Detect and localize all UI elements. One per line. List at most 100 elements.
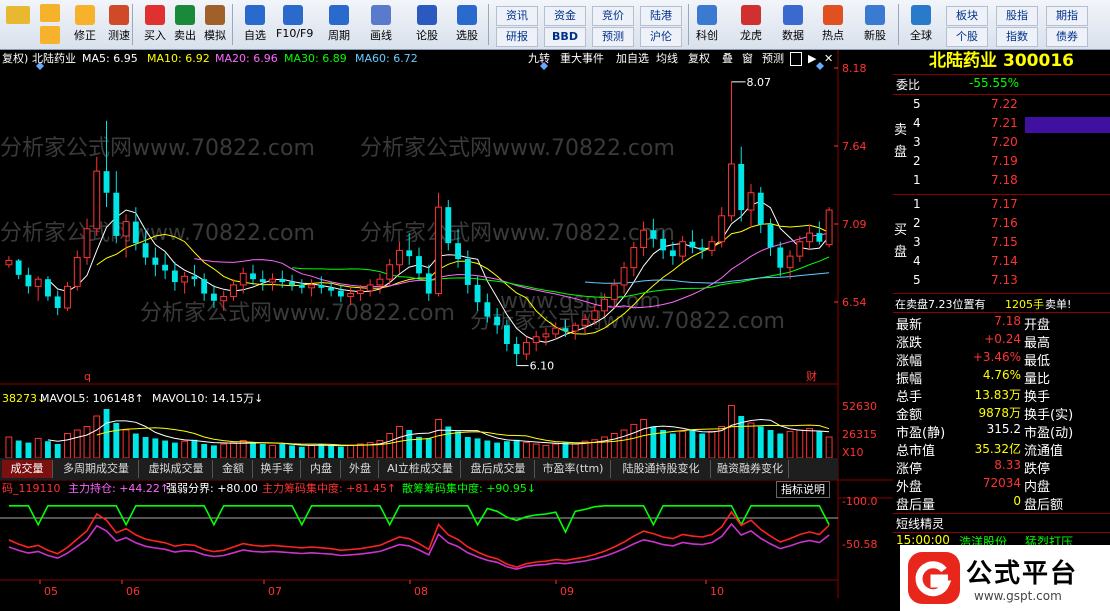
toolbar-separator: [132, 4, 133, 45]
sell-price[interactable]: 7.22: [991, 97, 1018, 111]
tab-3[interactable]: 金额: [214, 460, 253, 478]
chart-menu-item-6[interactable]: 窗: [742, 50, 753, 67]
sell-volume-bar: [1025, 117, 1110, 133]
tab-8[interactable]: 盘后成交量: [462, 460, 535, 478]
candle-body-up: [601, 298, 608, 312]
buy-level: 5: [913, 273, 921, 287]
close-icon[interactable]: ✕: [824, 50, 833, 67]
candle-body-down: [416, 256, 422, 274]
logo-url-text: www.gspt.com: [974, 589, 1062, 603]
chart-menu-item-5[interactable]: 叠: [722, 50, 733, 67]
volume-bar: [435, 419, 442, 459]
toolbar-button-5[interactable]: 自选: [238, 3, 272, 46]
notice-volume: 1205手: [1005, 298, 1044, 311]
toolbar-button-0[interactable]: 修正: [68, 3, 102, 46]
tab-11[interactable]: 融资融券变化: [712, 460, 789, 478]
chart-menu-item-7[interactable]: 预测: [762, 50, 784, 67]
lock-icon[interactable]: [790, 52, 802, 66]
volume-bar: [825, 436, 833, 459]
chart-menu-item-3[interactable]: 均线: [656, 50, 678, 67]
buy-price[interactable]: 7.15: [991, 235, 1018, 249]
buy-price[interactable]: 7.16: [991, 216, 1018, 230]
arrow-up-icon[interactable]: [40, 4, 60, 22]
sell-price[interactable]: 7.19: [991, 154, 1018, 168]
toolbar-button-10[interactable]: 选股: [450, 3, 484, 46]
toolbar-small-button-5[interactable]: BBD: [544, 27, 586, 47]
toolbar-button-9[interactable]: 论股: [410, 3, 444, 46]
toolbar-small-button-11[interactable]: 个股: [946, 27, 988, 47]
tab-0[interactable]: 成交量: [2, 460, 53, 478]
toolbar-button-7[interactable]: 周期: [322, 3, 356, 46]
arrow-down-icon[interactable]: [40, 26, 60, 44]
toolbar-button-8[interactable]: 画线: [364, 3, 398, 46]
toolbar-button-3[interactable]: 卖出: [168, 3, 202, 46]
toolbar-small-button-7[interactable]: 沪伦: [640, 27, 682, 47]
toolbar-button-15[interactable]: 新股: [858, 3, 892, 46]
price-axis-label-1: 7.64: [842, 140, 867, 153]
x-axis-label-2: 07: [268, 585, 282, 598]
tab-5[interactable]: 内盘: [302, 460, 341, 478]
buy-price[interactable]: 7.14: [991, 254, 1018, 268]
tab-2[interactable]: 虚拟成交量: [140, 460, 213, 478]
toolbar-button-4[interactable]: 模拟: [198, 3, 232, 46]
toolbar-button-1[interactable]: 测速: [102, 3, 136, 46]
toolbar-small-button-0[interactable]: 资讯: [496, 6, 538, 26]
toolbar-small-button-2[interactable]: 竞价: [592, 6, 634, 26]
toolbar-button-6[interactable]: F10/F9: [276, 3, 313, 46]
sell-price[interactable]: 7.18: [991, 173, 1018, 187]
x-axis-label-5: 10: [710, 585, 724, 598]
buy-price[interactable]: 7.13: [991, 273, 1018, 287]
flag-icon[interactable]: ▶: [808, 50, 816, 67]
toolbar-small-button-13[interactable]: 债券: [1046, 27, 1088, 47]
candle-body-up: [239, 272, 247, 286]
toolbar-small-button-4[interactable]: 研报: [496, 27, 538, 47]
tab-4[interactable]: 换手率: [254, 460, 301, 478]
volume-bar: [142, 437, 149, 458]
globe-icon: [911, 5, 931, 25]
toolbar-button-11[interactable]: 科创: [690, 3, 724, 46]
tab-1[interactable]: 多周期成交量: [54, 460, 139, 478]
candle-body-down: [777, 247, 784, 268]
sell-price[interactable]: 7.20: [991, 135, 1018, 149]
indicator-help-button[interactable]: 指标说明: [776, 481, 830, 498]
chart-menu-item-1[interactable]: 重大事件: [560, 50, 604, 67]
candle-body-up: [122, 221, 130, 237]
toolbar-button-13[interactable]: 数据: [776, 3, 810, 46]
toolbar-small-button-9[interactable]: 股指: [996, 6, 1038, 26]
toolbar-separator: [898, 4, 899, 45]
chart-menu-item-0[interactable]: 九转: [528, 50, 550, 67]
toolbar-small-button-8[interactable]: 板块: [946, 6, 988, 26]
tab-10[interactable]: 陆股通持股变化: [612, 460, 711, 478]
candle-body-down: [328, 287, 335, 291]
tab-9[interactable]: 市盈率(ttm): [536, 460, 611, 478]
x-axis-label-1: 06: [126, 585, 140, 598]
low-annotation: 6.10: [530, 360, 555, 373]
indicator-legend-2: 强弱分界: +80.00: [166, 482, 258, 495]
toolbar-small-button-3[interactable]: 陆港: [640, 6, 682, 26]
toolbar-small-button-12[interactable]: 指数: [996, 27, 1038, 47]
chart-menu-item-4[interactable]: 复权: [688, 50, 710, 67]
sell-icon: [175, 5, 195, 25]
candle-body-up: [571, 324, 579, 332]
toolbar-button-2[interactable]: 买入: [138, 3, 172, 46]
tab-6[interactable]: 外盘: [342, 460, 379, 478]
volume-bar: [816, 431, 823, 458]
toolbar-button-16[interactable]: 全球: [904, 3, 938, 46]
toolbar-small-button-1[interactable]: 资金: [544, 6, 586, 26]
volume-bar: [630, 423, 638, 459]
buy-price[interactable]: 7.17: [991, 197, 1018, 211]
sell-price[interactable]: 7.21: [991, 116, 1018, 130]
tab-7[interactable]: AI立桩成交量: [380, 460, 461, 478]
watermark-text: 分析家公式网www.70822.com: [360, 221, 675, 246]
fire-icon: [823, 5, 843, 25]
candle-body-down: [279, 279, 286, 283]
ratio-value: -55.55%: [969, 76, 1020, 90]
toolbar-button-14[interactable]: 热点: [816, 3, 850, 46]
news-header[interactable]: 短线精灵: [896, 515, 944, 532]
toolbar-small-button-6[interactable]: 预测: [592, 27, 634, 47]
home-icon[interactable]: [6, 6, 30, 24]
candle-body-up: [356, 290, 364, 295]
chart-menu-item-2[interactable]: 加自选: [616, 50, 649, 67]
toolbar-button-12[interactable]: 龙虎: [734, 3, 768, 46]
toolbar-small-button-10[interactable]: 期指: [1046, 6, 1088, 26]
